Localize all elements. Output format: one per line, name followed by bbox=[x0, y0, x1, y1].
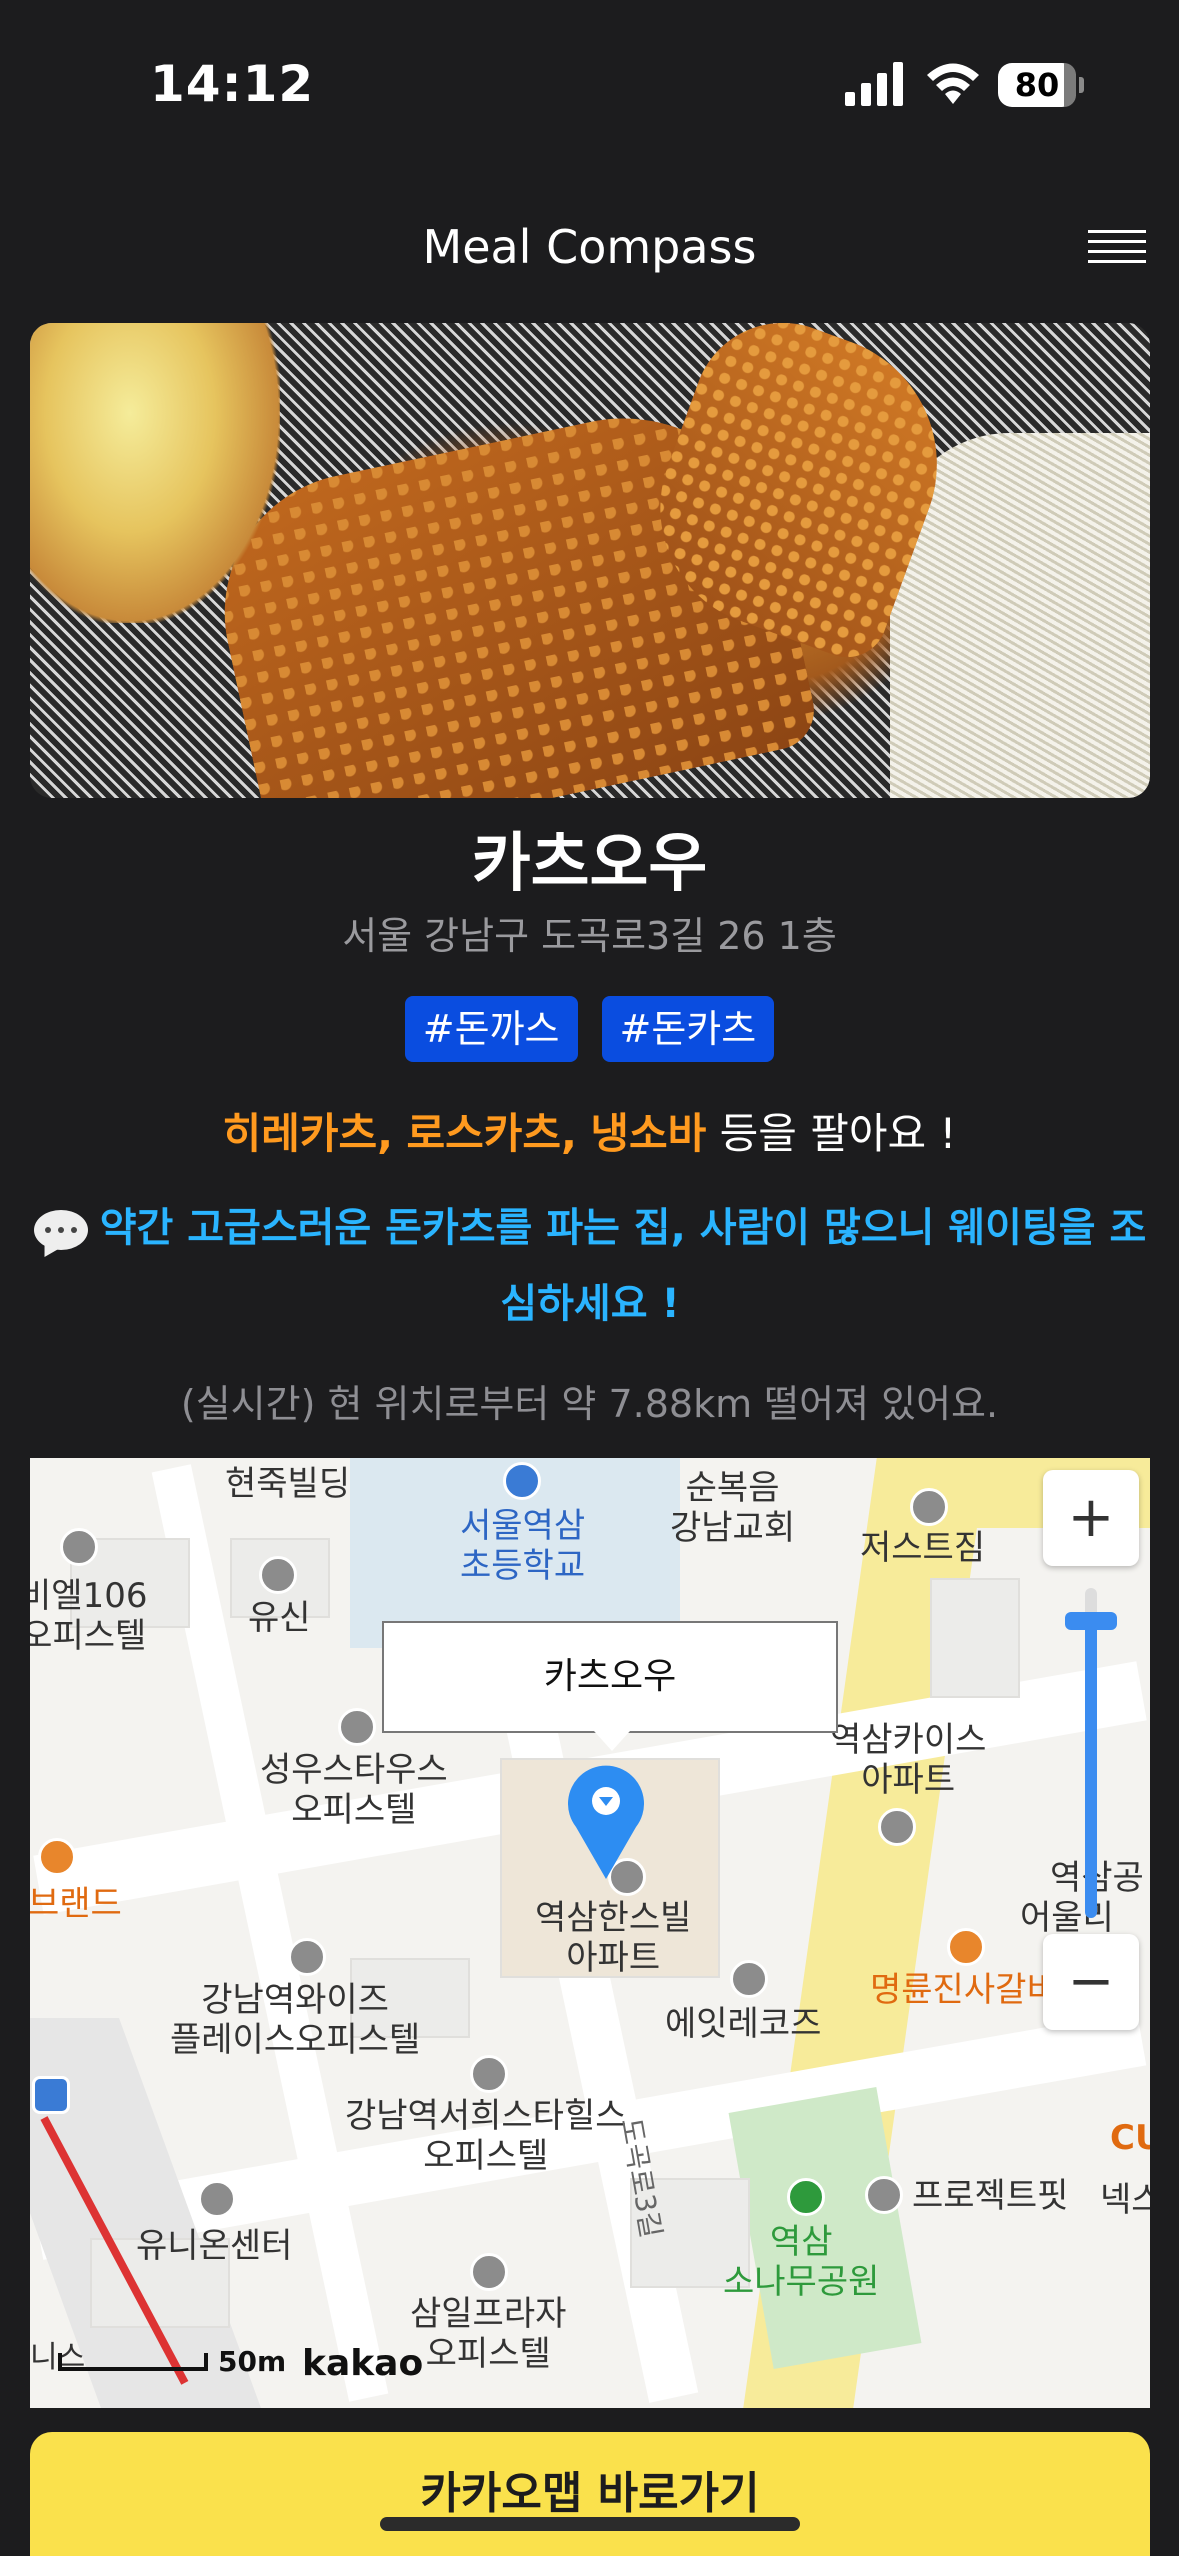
app-title: Meal Compass bbox=[422, 220, 757, 274]
map-infowindow[interactable]: 카츠오우 bbox=[382, 1621, 838, 1751]
bus-stop-icon bbox=[32, 2076, 70, 2114]
status-bar: 14:12 80 bbox=[0, 0, 1179, 170]
app-header: Meal Compass bbox=[0, 200, 1179, 300]
zoom-slider[interactable] bbox=[1085, 1588, 1097, 1918]
map-label: 에잇레코즈 bbox=[665, 2004, 822, 2044]
building-icon bbox=[910, 1488, 948, 1526]
map-label: 비엘106 오피스텔 bbox=[30, 1576, 148, 1656]
shopping-icon bbox=[38, 1838, 76, 1876]
menu-item: 냉소바 bbox=[590, 1109, 707, 1158]
map-label: 저스트짐 bbox=[860, 1528, 986, 1568]
map-label: 브랜드 bbox=[30, 1884, 122, 1924]
school-icon bbox=[503, 1462, 541, 1500]
map-label: 순복음 강남교회 bbox=[670, 1468, 796, 1548]
tag-list: #돈까스 #돈카츠 bbox=[0, 996, 1179, 1062]
signal-icon bbox=[845, 62, 903, 106]
tag-badge: #돈까스 bbox=[404, 996, 578, 1062]
map-label: 역삼한스빌 아파트 bbox=[535, 1898, 692, 1978]
building-icon bbox=[60, 1528, 98, 1566]
map-label: 서울역삼 초등학교 bbox=[460, 1506, 586, 1586]
restaurant-icon bbox=[947, 1928, 985, 1966]
building-icon bbox=[470, 2055, 508, 2093]
hamburger-menu-icon[interactable] bbox=[1088, 230, 1146, 272]
map-label: 강남역와이즈 플레이스오피스텔 bbox=[170, 1980, 421, 2060]
map-label: 프로젝트핏 bbox=[912, 2176, 1069, 2216]
distance-text: (실시간) 현 위치로부터 약 7.88km 떨어져 있어요. bbox=[180, 1382, 999, 1426]
wifi-icon bbox=[927, 63, 979, 104]
map-zoom-control: + − bbox=[1043, 1470, 1139, 2030]
restaurant-photo bbox=[30, 323, 1150, 798]
map-label: 역삼카이스 아파트 bbox=[830, 1720, 987, 1800]
building-icon bbox=[198, 2180, 236, 2218]
kakao-map[interactable]: 현죽빌딩 서울역삼 초등학교 순복음 강남교회 저스트짐 비엘106 오피스텔 … bbox=[30, 1458, 1150, 2408]
tag-badge: #돈카츠 bbox=[601, 996, 775, 1062]
zoom-out-button[interactable]: − bbox=[1043, 1934, 1139, 2030]
building-icon bbox=[865, 2176, 903, 2214]
map-label: 삼일프라자 오피스텔 bbox=[410, 2294, 567, 2374]
menu-suffix: 등을 팔아요 ! bbox=[719, 1109, 957, 1158]
menu-summary: 히레카츠, 로스카츠, 냉소바 등을 팔아요 ! bbox=[0, 1100, 1179, 1161]
music-icon bbox=[730, 1960, 768, 1998]
restaurant-name: 카츠오우 bbox=[471, 827, 708, 901]
map-label: 유니온센터 bbox=[136, 2226, 293, 2266]
speech-bubble-icon bbox=[33, 1210, 88, 1250]
menu-item: 로스카츠, bbox=[406, 1109, 577, 1158]
open-kakaomap-button[interactable]: 카카오맵 바로가기 bbox=[30, 2432, 1150, 2556]
map-label: 현죽빌딩 bbox=[225, 1464, 351, 1504]
location-pin-icon[interactable] bbox=[568, 1763, 644, 1881]
building-icon bbox=[338, 1708, 376, 1746]
building-icon bbox=[288, 1938, 326, 1976]
restaurant-address: 서울 강남구 도곡로3길 26 1층 bbox=[342, 914, 837, 958]
review-comment: 약간 고급스러운 돈카츠를 파는 집, 사람이 많으니 웨이팅을 조심하세요 ! bbox=[30, 1190, 1150, 1342]
battery-icon: 80 bbox=[998, 63, 1084, 107]
comment-text: 약간 고급스러운 돈카츠를 파는 집, 사람이 많으니 웨이팅을 조심하세요 ! bbox=[99, 1205, 1147, 1327]
map-label: 유신 bbox=[248, 1598, 311, 1638]
menu-item: 히레카츠, bbox=[222, 1109, 394, 1158]
park-icon bbox=[787, 2178, 825, 2216]
map-label: 명륜진사갈비 bbox=[870, 1970, 1058, 2010]
zoom-slider-thumb[interactable] bbox=[1065, 1612, 1117, 1630]
map-label: 넥스 bbox=[1100, 2180, 1150, 2220]
building-icon bbox=[470, 2253, 508, 2291]
map-label: 역삼 소나무공원 bbox=[723, 2222, 880, 2302]
battery-level: 80 bbox=[1014, 66, 1060, 104]
status-time: 14:12 bbox=[150, 55, 315, 113]
zoom-in-button[interactable]: + bbox=[1043, 1470, 1139, 1566]
map-label: CU bbox=[1110, 2118, 1150, 2158]
home-indicator bbox=[380, 2517, 800, 2531]
building-icon bbox=[259, 1556, 297, 1594]
building-icon bbox=[878, 1808, 916, 1846]
map-label: 강남역서희스타힐스 오피스텔 bbox=[345, 2096, 627, 2176]
map-label: 성우스타우스 오피스텔 bbox=[260, 1750, 448, 1830]
scale-text: 50m bbox=[218, 2345, 287, 2378]
kakao-logo: kakao bbox=[302, 2343, 424, 2384]
